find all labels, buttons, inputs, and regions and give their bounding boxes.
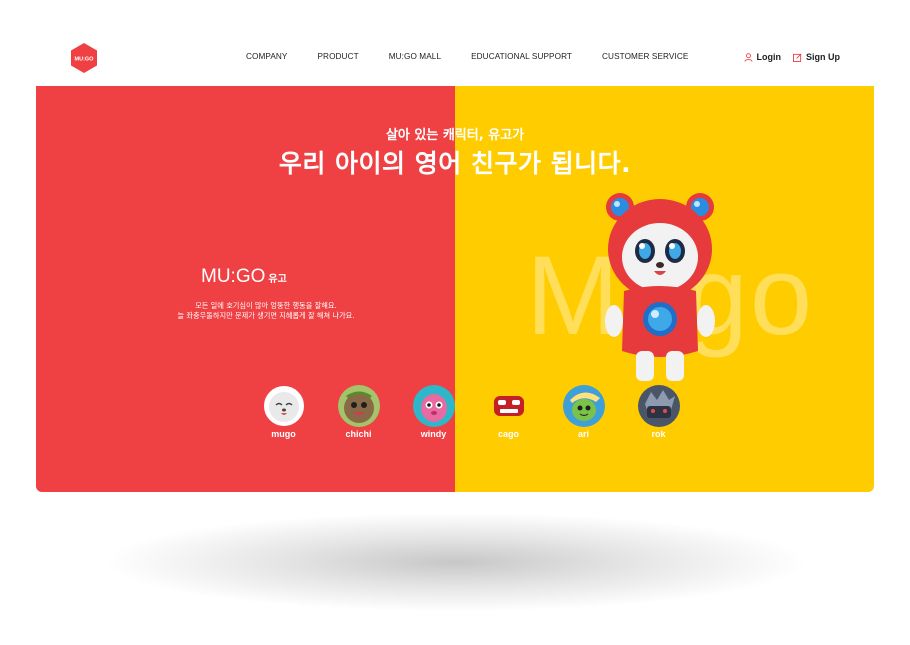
nav-product[interactable]: PRODUCT <box>318 52 359 61</box>
character-windy[interactable]: windy <box>396 384 471 439</box>
cago-avatar <box>487 385 530 427</box>
nav-educational-support[interactable]: EDUCATIONAL SUPPORT <box>471 52 572 61</box>
character-ari[interactable]: ari <box>546 384 621 439</box>
character-label: rok <box>651 429 666 439</box>
chichi-avatar <box>337 385 380 427</box>
logo-text: MU:GO <box>75 57 95 63</box>
main-nav: COMPANY PRODUCT MU:GO MALL EDUCATIONAL S… <box>246 52 718 61</box>
character-chichi[interactable]: chichi <box>321 384 396 439</box>
hero-subtitle: 살아 있는 캐릭터, 유고가 <box>385 128 525 143</box>
nav-mugo-mall[interactable]: MU:GO MALL <box>389 52 441 61</box>
site-header: MU:GO COMPANY PRODUCT MU:GO MALL EDUCATI… <box>36 0 874 86</box>
character-label: windy <box>420 429 447 439</box>
character-label: ari <box>577 429 589 439</box>
brand-name-en: MU:GO <box>201 266 266 287</box>
user-icon <box>743 52 753 62</box>
mugo-character-illustration <box>605 193 715 381</box>
hero-banner: Mugo 살아 있는 캐릭터, 유고가 우리 아이의 영어 친구가 됩니다. M… <box>36 86 874 492</box>
windy-avatar <box>412 385 455 427</box>
wave-edge <box>36 86 874 89</box>
mugo-logo[interactable]: MU:GO <box>70 43 98 73</box>
edit-icon <box>793 53 802 62</box>
nav-customer-service[interactable]: CUSTOMER SERVICE <box>602 52 688 61</box>
nav-company[interactable]: COMPANY <box>246 52 288 61</box>
character-label: mugo <box>271 429 296 439</box>
brand-desc-line-2: 늘 좌충우돌하지만 문제가 생기면 지혜롭게 잘 해쳐 나가요. <box>177 311 355 320</box>
login-label: Login <box>756 52 782 62</box>
brand-name: MU:GO 유고 <box>201 266 287 288</box>
character-mugo[interactable]: mugo <box>246 384 321 439</box>
rok-avatar <box>637 385 680 427</box>
brand-name-kr: 유고 <box>268 274 287 285</box>
character-rok[interactable]: rok <box>621 384 696 439</box>
hero-title: 우리 아이의 영어 친구가 됩니다. <box>278 149 632 178</box>
character-selector: mugo chichi windy cago ari rok <box>246 384 696 439</box>
character-label: chichi <box>345 429 372 439</box>
hero-drop-shadow <box>100 512 810 612</box>
character-cago[interactable]: cago <box>471 384 546 439</box>
brand-desc-line-1: 모든 일에 호기심이 많아 엉뚱한 행동을 잘해요. <box>195 301 337 310</box>
ari-avatar <box>562 385 605 427</box>
mugo-avatar <box>261 384 306 428</box>
signup-label: Sign Up <box>806 52 840 62</box>
signup-link[interactable]: Sign Up <box>793 52 840 62</box>
login-link[interactable]: Login <box>743 52 782 62</box>
brand-description: 모든 일에 호기심이 많아 엉뚱한 행동을 잘해요. 늘 좌충우돌하지만 문제가… <box>96 301 436 321</box>
character-label: cago <box>497 429 519 439</box>
auth-links: Login Sign Up <box>743 52 840 62</box>
